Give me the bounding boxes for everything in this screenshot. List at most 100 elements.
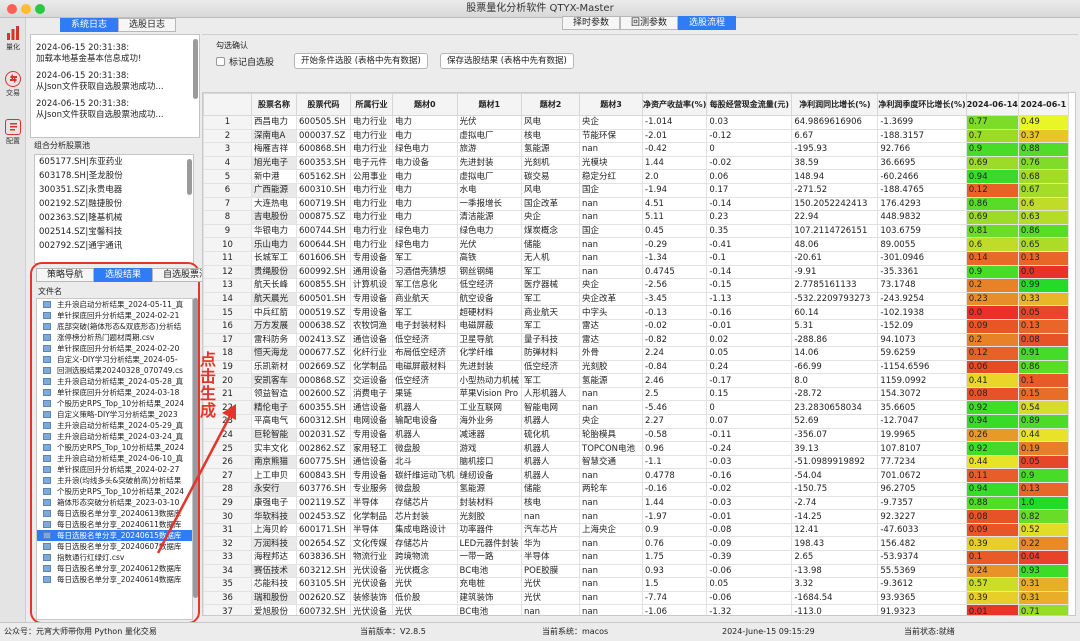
table-cell[interactable]: 0.09 [965, 522, 1019, 538]
table-cell[interactable]: 通用设备 [350, 264, 393, 280]
table-cell[interactable]: -0.14 [706, 196, 793, 212]
table-cell[interactable]: -28.72 [791, 386, 879, 402]
table-cell[interactable]: -20.61 [791, 250, 879, 266]
table-cell[interactable]: -0.02 [706, 482, 793, 497]
table-cell[interactable]: 0.08 [965, 386, 1019, 402]
table-cell[interactable]: 光伏 [521, 577, 581, 592]
column-header[interactable]: 股票代码 [296, 93, 351, 116]
save-result-button[interactable]: 保存选股结果 (表格中先有数据) [440, 53, 574, 69]
stock-name-cell[interactable]: 广西能源 [251, 182, 297, 198]
table-cell[interactable]: 集成电路设计 [392, 522, 458, 538]
file-item[interactable]: 主升浪启动分析结果_2024-05-29_真 [37, 420, 192, 431]
table-cell[interactable]: 硫化机 [521, 427, 581, 443]
table-cell[interactable]: 96.2705 [877, 482, 967, 497]
table-cell[interactable]: 0.96 [642, 441, 708, 456]
column-header[interactable]: 2024-06-1 [1017, 93, 1069, 116]
table-cell[interactable]: 0.0 [1017, 264, 1069, 280]
log-box[interactable]: 2024-06-15 20:31:38: 加载本地基金基本信息成功! 2024-0… [30, 34, 200, 138]
table-cell[interactable]: 光伏 [456, 237, 523, 252]
table-cell[interactable]: -188.4765 [877, 182, 967, 198]
stock-name-cell[interactable]: 长城军工 [251, 250, 297, 266]
table-cell[interactable]: 92.3227 [877, 509, 967, 524]
table-cell[interactable]: -14.25 [791, 509, 879, 524]
stock-name-cell[interactable]: 精伦电子 [251, 400, 297, 416]
table-cell[interactable]: 人形机器人 [521, 386, 581, 402]
table-cell[interactable]: 0.15 [706, 386, 793, 402]
stock-name-cell[interactable]: 芯能科技 [251, 577, 297, 592]
table-cell[interactable]: 600355.SH [296, 400, 351, 416]
tree-scrollbar[interactable] [193, 298, 198, 598]
stock-name-cell[interactable]: 上工申贝 [251, 468, 297, 484]
table-cell[interactable]: nan [579, 495, 644, 511]
table-cell[interactable]: 448.9832 [877, 210, 967, 225]
table-cell[interactable]: 绿色电力 [392, 223, 458, 239]
table-cell[interactable]: -7.74 [642, 590, 708, 606]
stock-name-cell[interactable]: 梅雁吉祥 [251, 142, 297, 157]
table-cell[interactable]: 91.9323 [877, 604, 967, 615]
table-row[interactable]: 33 海程邦达 603836.SH 物流行业 跨境物流 一带一路 半导体 nan 1.75 -0.… [203, 550, 1069, 565]
table-cell[interactable]: 电力行业 [350, 196, 393, 212]
table-cell[interactable]: 002654.SZ [296, 536, 351, 551]
table-cell[interactable]: 600312.SH [296, 414, 351, 429]
table-cell[interactable]: 000677.SZ [296, 346, 351, 361]
table-cell[interactable]: 专用设备 [350, 305, 393, 320]
table-cell[interactable]: 002862.SZ [296, 441, 351, 456]
table-cell[interactable]: 148.94 [791, 169, 879, 184]
table-cell[interactable]: nan [579, 237, 644, 252]
table-cell[interactable]: -9.91 [791, 264, 879, 280]
pool-item[interactable]: 300351.SZ|永贵电器 [39, 183, 193, 197]
table-cell[interactable]: 0.68 [1017, 169, 1069, 184]
table-cell[interactable]: 0.89 [1017, 414, 1069, 429]
table-cell[interactable]: BC电池 [456, 563, 523, 579]
table-cell[interactable]: 专业服务 [350, 482, 393, 497]
stock-name-cell[interactable]: 安凯客车 [251, 373, 297, 388]
table-cell[interactable]: 电力行业 [350, 210, 393, 225]
table-cell[interactable]: 储能 [521, 237, 581, 252]
table-cell[interactable]: -0.12 [706, 128, 793, 144]
table-cell[interactable]: -1.97 [642, 509, 708, 524]
table-cell[interactable]: 0.6 [1017, 196, 1069, 212]
table-cell[interactable]: 2.5 [642, 386, 708, 402]
table-cell[interactable]: 39.13 [791, 441, 879, 456]
table-row[interactable]: 8 吉电股份 000875.SZ 电力行业 电力 清洁能源 央企 nan 5.11 0.23 22.… [203, 210, 1069, 225]
table-cell[interactable]: 电磁屏蔽 [456, 318, 523, 334]
table-row[interactable]: 4 旭光电子 600353.SH 电子元件 电力设备 先进封装 光刻机 光模块 1.44 -0.0… [203, 155, 1069, 171]
table-cell[interactable]: 低空经济 [456, 278, 523, 293]
table-cell[interactable]: 电力 [392, 128, 458, 144]
table-cell[interactable]: 0.69 [965, 155, 1019, 171]
pool-item[interactable]: 002792.SZ|通宇通讯 [39, 239, 193, 253]
table-cell[interactable]: 601606.SH [296, 250, 351, 266]
table-cell[interactable]: 军工 [521, 318, 581, 334]
table-cell[interactable]: 智能电网 [521, 400, 581, 416]
table-cell[interactable]: 农牧饲渔 [350, 318, 393, 334]
column-header[interactable]: 题材0 [392, 93, 458, 116]
table-cell[interactable]: 0.39 [965, 590, 1019, 606]
table-cell[interactable]: 002600.SZ [296, 386, 351, 402]
table-cell[interactable]: -0.84 [642, 359, 708, 375]
table-cell[interactable]: 一季报增长 [456, 196, 523, 212]
table-cell[interactable]: 碳交易 [521, 169, 581, 184]
table-row[interactable]: 6 广西能源 600310.SH 电力行业 电力 水电 风电 国企 -1.94 0.17 -271.… [203, 182, 1069, 198]
table-cell[interactable]: 家用轻工 [350, 441, 393, 456]
table-cell[interactable]: 交运设备 [350, 373, 393, 388]
file-item[interactable]: 主升浪启动分析结果_2024-03-24_真 [37, 431, 192, 442]
table-cell[interactable]: 0.41 [965, 373, 1019, 388]
table-cell[interactable]: nan [579, 550, 644, 565]
table-cell[interactable]: -532.2209793273 [791, 291, 879, 307]
table-cell[interactable]: 电力 [392, 196, 458, 212]
table-cell[interactable]: -152.09 [877, 318, 967, 334]
table-cell[interactable]: nan [579, 590, 644, 606]
column-header[interactable]: 2024-06-14 [965, 93, 1019, 116]
table-cell[interactable]: 0.13 [1017, 482, 1069, 497]
log-scrollbar[interactable] [193, 39, 198, 99]
table-cell[interactable]: BC电池 [456, 604, 523, 615]
table-cell[interactable]: 央企 [579, 414, 644, 429]
table-cell[interactable]: 清洁能源 [456, 210, 523, 225]
table-cell[interactable]: 0.06 [706, 169, 793, 184]
table-cell[interactable]: -2.74 [791, 495, 879, 511]
table-cell[interactable]: 0.76 [1017, 155, 1069, 171]
table-cell[interactable]: 0.86 [1017, 223, 1069, 239]
table-cell[interactable]: 0.17 [706, 182, 793, 198]
table-cell[interactable]: -0.09 [706, 536, 793, 551]
table-cell[interactable]: -195.93 [791, 142, 879, 157]
